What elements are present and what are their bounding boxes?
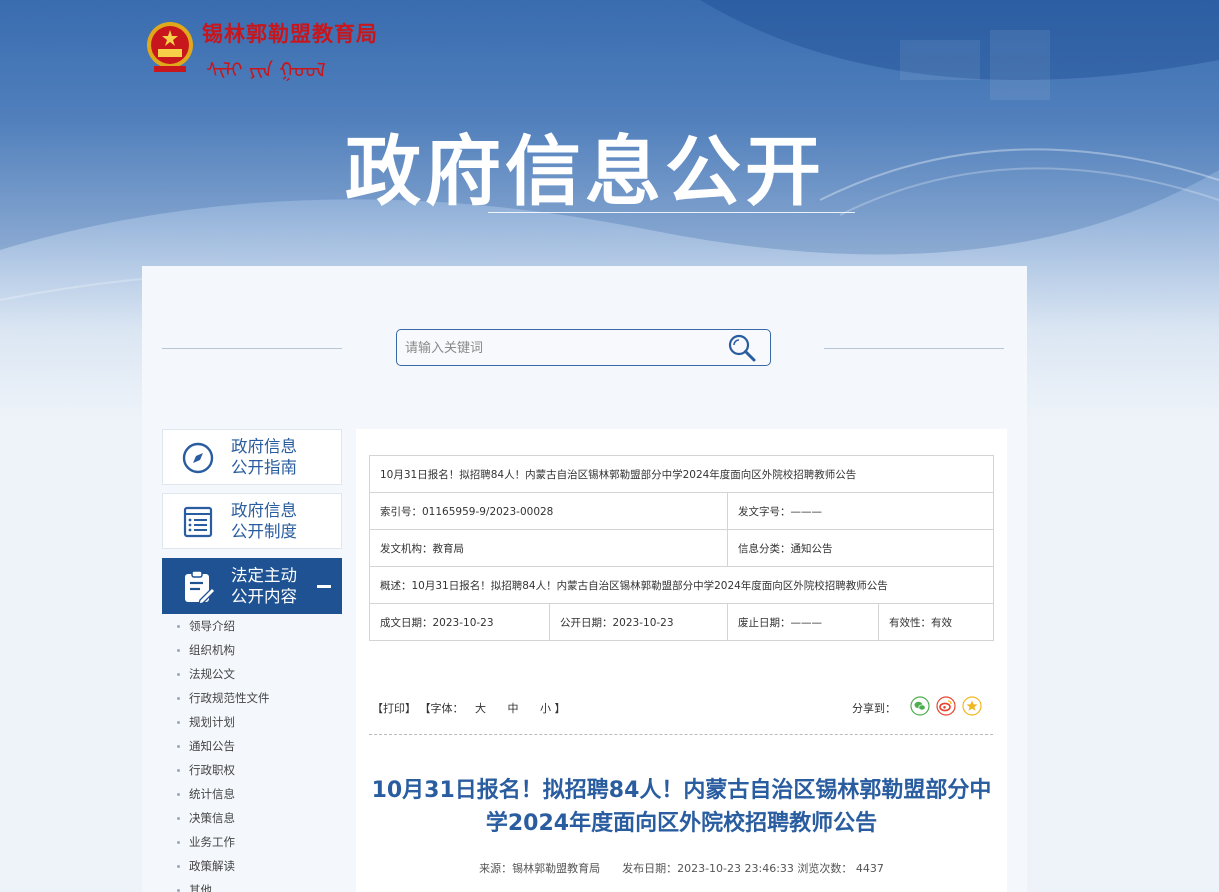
sidebar-item-admin-powers[interactable]: 行政职权 [176, 760, 346, 784]
article-meta: 来源：锡林郭勒盟教育局 发布日期：2023-10-23 23:46:33 浏览次… [479, 862, 884, 875]
sidebar-item-policy-interpretation[interactable]: 政策解读 [176, 856, 346, 880]
share-bar: 分享到： [842, 696, 982, 718]
sidebar-item-regulations[interactable]: 法规公文 [176, 664, 346, 688]
sidebar-item-business[interactable]: 业务工作 [176, 832, 346, 856]
font-small-link[interactable]: 小 [540, 700, 551, 716]
collapse-icon[interactable] [317, 585, 331, 588]
search-box [396, 329, 771, 366]
page-title: 政府信息公开 [345, 127, 825, 216]
meta-summary: 概述：10月31日报名！拟招聘84人！内蒙古自治区锡林郭勒盟部分中学2024年度… [369, 566, 994, 604]
sidebar-card-statutory-content[interactable]: 法定主动 公开内容 [162, 558, 342, 614]
meta-created-date: 成文日期：2023-10-23 [369, 603, 550, 641]
meta-issuer: 发文机构：教育局 [369, 529, 728, 567]
search-divider-right [824, 348, 1004, 349]
site-name-mongolian: ᠰᠢᠯᠢ ᠶᠢᠨ ᠭᠣᠣᠯ [206, 58, 326, 82]
sidebar-card-disclosure-guide[interactable]: 政府信息 公开指南 [162, 429, 342, 485]
meta-title: 10月31日报名！拟招聘84人！内蒙古自治区锡林郭勒盟部分中学2024年度面向区… [369, 455, 994, 493]
meta-validity: 有效性：有效 [878, 603, 994, 641]
sidebar-item-decisions[interactable]: 决策信息 [176, 808, 346, 832]
title-underline [488, 212, 855, 213]
metadata-table: 10月31日报名！拟招聘84人！内蒙古自治区锡林郭勒盟部分中学2024年度面向区… [369, 455, 994, 641]
site-logo[interactable]: 锡林郭勒盟教育局 ᠰᠢᠯᠢ ᠶᠢᠨ ᠭᠣᠣᠯ [144, 18, 404, 82]
meta-expiry-date: 废止日期：——— [727, 603, 879, 641]
clipboard-edit-icon [185, 570, 215, 604]
font-size-label: 【字体： [419, 702, 464, 715]
national-emblem-icon [147, 22, 193, 72]
qzone-star-icon[interactable] [962, 696, 982, 716]
search-input[interactable] [405, 336, 715, 360]
print-link[interactable]: 【打印】 [372, 700, 416, 716]
meta-category: 信息分类：通知公告 [727, 529, 994, 567]
document-list-icon [183, 506, 213, 538]
main-panel: 政府信息公开指南 政府信息公开制度 法定主动公开内容 领导介绍 组织机构 [142, 266, 1027, 892]
sidebar-sub-list: 领导介绍 组织机构 法规公文 行政规范性文件 规划计划 通知公告 行政职权 统计… [176, 616, 346, 892]
search-divider-left [162, 348, 342, 349]
font-large-link[interactable]: 大 [475, 700, 486, 716]
font-medium-link[interactable]: 中 [508, 700, 519, 716]
sidebar-card-label: 政府信息 公开制度 [231, 501, 297, 541]
sidebar-item-statistics[interactable]: 统计信息 [176, 784, 346, 808]
sidebar-item-other[interactable]: 其他 [176, 880, 346, 892]
meta-doc-no: 发文字号：——— [727, 492, 994, 530]
sidebar-item-notices[interactable]: 通知公告 [176, 736, 346, 760]
article-content: 10月31日报名！拟招聘84人！内蒙古自治区锡林郭勒盟部分中学2024年度面向区… [356, 429, 1007, 892]
article-toolbar: 【打印】 【字体： 大 中 小 】 分享到： [372, 696, 982, 720]
search-icon[interactable] [727, 333, 757, 363]
sidebar-item-plans[interactable]: 规划计划 [176, 712, 346, 736]
meta-index-no: 索引号：01165959-9/2023-00028 [369, 492, 728, 530]
wechat-icon[interactable] [910, 696, 930, 716]
font-size-close: 】 [554, 702, 566, 715]
share-label: 分享到： [852, 702, 896, 715]
article-title: 10月31日报名！拟招聘84人！内蒙古自治区锡林郭勒盟部分中学2024年度面向区… [371, 778, 992, 836]
sidebar-card-label: 政府信息 公开指南 [231, 437, 297, 477]
meta-published-date: 公开日期：2023-10-23 [549, 603, 728, 641]
sidebar-item-normative-docs[interactable]: 行政规范性文件 [176, 688, 346, 712]
toolbar-divider [369, 734, 993, 735]
sidebar-card-label: 法定主动 公开内容 [231, 566, 297, 606]
sidebar-item-leaders[interactable]: 领导介绍 [176, 616, 346, 640]
site-name: 锡林郭勒盟教育局 [202, 21, 378, 46]
compass-icon [182, 442, 214, 474]
sidebar-item-organization[interactable]: 组织机构 [176, 640, 346, 664]
weibo-icon[interactable] [936, 696, 956, 716]
sidebar-card-disclosure-system[interactable]: 政府信息 公开制度 [162, 493, 342, 549]
